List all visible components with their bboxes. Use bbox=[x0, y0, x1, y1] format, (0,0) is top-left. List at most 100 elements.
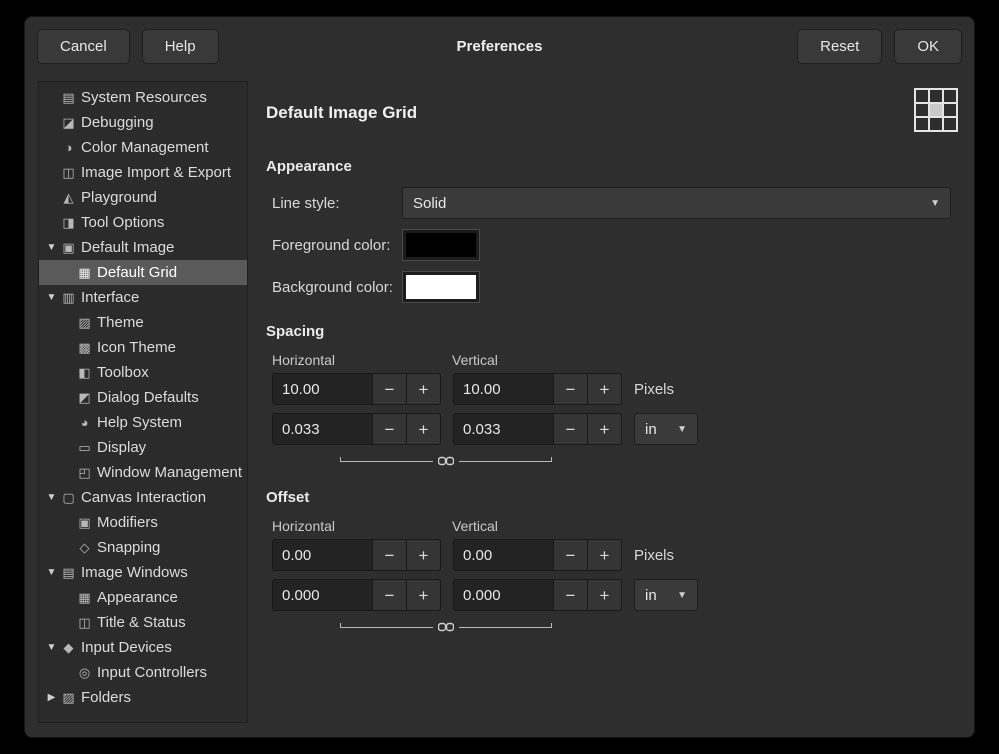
sidebar-item-modifiers[interactable]: ▣ Modifiers bbox=[39, 510, 247, 535]
expander-down-icon[interactable]: ▼ bbox=[44, 567, 59, 578]
reset-button[interactable]: Reset bbox=[797, 29, 882, 64]
increment-button[interactable]: + bbox=[407, 373, 441, 405]
sidebar-item-label: Default Grid bbox=[97, 264, 177, 281]
input-controllers-icon: ◎ bbox=[75, 665, 94, 681]
expander-down-icon[interactable]: ▼ bbox=[44, 242, 59, 253]
decrement-button[interactable]: − bbox=[373, 539, 407, 571]
offset-vertical-header: Vertical bbox=[452, 518, 620, 534]
sidebar-item-tool-options[interactable]: ◨ Tool Options bbox=[39, 210, 247, 235]
chain-link-icon[interactable] bbox=[438, 622, 454, 632]
increment-button[interactable]: + bbox=[407, 579, 441, 611]
sidebar-item-playground[interactable]: ◭ Playground bbox=[39, 185, 247, 210]
offset-column-headers: Horizontal Vertical bbox=[272, 518, 961, 534]
default-image-icon: ▣ bbox=[59, 240, 78, 256]
titlebar: Cancel Help Preferences Reset OK bbox=[25, 17, 974, 75]
expander-down-icon[interactable]: ▼ bbox=[44, 642, 59, 653]
increment-button[interactable]: + bbox=[588, 579, 622, 611]
increment-button[interactable]: + bbox=[588, 539, 622, 571]
image-windows-icon: ▤ bbox=[59, 565, 78, 581]
sidebar-item-input-controllers[interactable]: ◎ Input Controllers bbox=[39, 660, 247, 685]
decrement-button[interactable]: − bbox=[554, 373, 588, 405]
sidebar-item-system-resources[interactable]: ▤ System Resources bbox=[39, 85, 247, 110]
sidebar-item-window-management[interactable]: ◰ Window Management bbox=[39, 460, 247, 485]
sidebar-item-color-management[interactable]: ◑ Color Management bbox=[39, 135, 247, 160]
sidebar-item-label: Debugging bbox=[81, 114, 154, 131]
decrement-button[interactable]: − bbox=[554, 579, 588, 611]
sidebar-item-dialog-defaults[interactable]: ◩ Dialog Defaults bbox=[39, 385, 247, 410]
sidebar-item-image-import-export[interactable]: ◫ Image Import & Export bbox=[39, 160, 247, 185]
sidebar-item-folders[interactable]: ▶ ▨ Folders bbox=[39, 685, 247, 710]
sidebar-item-image-windows[interactable]: ▼ ▤ Image Windows bbox=[39, 560, 247, 585]
offset-unit-value: in bbox=[645, 587, 657, 604]
spacing-horizontal-inches-input[interactable] bbox=[272, 413, 373, 445]
theme-icon: ▨ bbox=[75, 315, 94, 331]
offset-horizontal-pixels-input[interactable] bbox=[272, 539, 373, 571]
color-management-icon: ◑ bbox=[59, 140, 78, 155]
sidebar-item-display[interactable]: ▭ Display bbox=[39, 435, 247, 460]
expander-right-icon[interactable]: ▶ bbox=[44, 692, 59, 703]
help-button[interactable]: Help bbox=[142, 29, 219, 64]
sidebar-item-title-status[interactable]: ◫ Title & Status bbox=[39, 610, 247, 635]
line-style-label: Line style: bbox=[272, 195, 402, 212]
sidebar-item-label: Interface bbox=[81, 289, 139, 306]
background-color-swatch[interactable] bbox=[402, 271, 480, 303]
sidebar-item-label: Theme bbox=[97, 314, 144, 331]
spacing-chain-widget bbox=[272, 453, 620, 469]
spacing-vertical-pixels-spinner: − + bbox=[453, 373, 622, 405]
offset-vertical-pixels-spinner: − + bbox=[453, 539, 622, 571]
increment-button[interactable]: + bbox=[407, 539, 441, 571]
sidebar-item-label: Input Devices bbox=[81, 639, 172, 656]
modifiers-icon: ▣ bbox=[75, 515, 94, 531]
sidebar-item-toolbox[interactable]: ◧ Toolbox bbox=[39, 360, 247, 385]
sidebar-item-default-image[interactable]: ▼ ▣ Default Image bbox=[39, 235, 247, 260]
sidebar-item-input-devices[interactable]: ▼ ◆ Input Devices bbox=[39, 635, 247, 660]
sidebar-item-canvas-interaction[interactable]: ▼ ▢ Canvas Interaction bbox=[39, 485, 247, 510]
foreground-color-swatch[interactable] bbox=[402, 229, 480, 261]
sidebar-item-default-grid[interactable]: ▦ Default Grid bbox=[39, 260, 247, 285]
spacing-vertical-pixels-input[interactable] bbox=[453, 373, 554, 405]
spacing-pixels-row: − + − + Pixels bbox=[272, 373, 961, 405]
chain-link-icon[interactable] bbox=[438, 456, 454, 466]
sidebar-item-interface[interactable]: ▼ ▥ Interface bbox=[39, 285, 247, 310]
sidebar-item-label: Image Import & Export bbox=[81, 164, 231, 181]
sidebar-item-label: Window Management bbox=[97, 464, 242, 481]
decrement-button[interactable]: − bbox=[373, 413, 407, 445]
offset-vertical-inches-input[interactable] bbox=[453, 579, 554, 611]
increment-button[interactable]: + bbox=[588, 373, 622, 405]
ok-button[interactable]: OK bbox=[894, 29, 962, 64]
spacing-vertical-inches-input[interactable] bbox=[453, 413, 554, 445]
offset-vertical-pixels-input[interactable] bbox=[453, 539, 554, 571]
decrement-button[interactable]: − bbox=[554, 539, 588, 571]
increment-button[interactable]: + bbox=[407, 413, 441, 445]
spacing-horizontal-pixels-spinner: − + bbox=[272, 373, 441, 405]
sidebar-item-theme[interactable]: ▨ Theme bbox=[39, 310, 247, 335]
tool-options-icon: ◨ bbox=[59, 215, 78, 231]
decrement-button[interactable]: − bbox=[373, 579, 407, 611]
sidebar-item-help-system[interactable]: ◕ Help System bbox=[39, 410, 247, 435]
offset-pixels-unit-label: Pixels bbox=[634, 547, 674, 564]
sidebar-item-debugging[interactable]: ◪ Debugging bbox=[39, 110, 247, 135]
sidebar-item-label: Icon Theme bbox=[97, 339, 176, 356]
expander-down-icon[interactable]: ▼ bbox=[44, 292, 59, 303]
background-color-label: Background color: bbox=[272, 279, 402, 296]
cancel-button[interactable]: Cancel bbox=[37, 29, 130, 64]
decrement-button[interactable]: − bbox=[554, 413, 588, 445]
spacing-section: Spacing Horizontal Vertical − + − + bbox=[266, 323, 961, 469]
sidebar-item-label: Display bbox=[97, 439, 146, 456]
sidebar-item-appearance[interactable]: ▦ Appearance bbox=[39, 585, 247, 610]
offset-unit-select[interactable]: in ▼ bbox=[634, 579, 698, 611]
sidebar-item-snapping[interactable]: ◇ Snapping bbox=[39, 535, 247, 560]
chevron-down-icon: ▼ bbox=[930, 198, 940, 209]
increment-button[interactable]: + bbox=[588, 413, 622, 445]
offset-chain-widget bbox=[272, 619, 620, 635]
sidebar-item-icon-theme[interactable]: ▩ Icon Theme bbox=[39, 335, 247, 360]
spacing-unit-select[interactable]: in ▼ bbox=[634, 413, 698, 445]
preferences-window: Cancel Help Preferences Reset OK ▤ Syste… bbox=[24, 16, 975, 738]
spacing-horizontal-pixels-input[interactable] bbox=[272, 373, 373, 405]
decrement-button[interactable]: − bbox=[373, 373, 407, 405]
chevron-down-icon: ▼ bbox=[677, 590, 687, 601]
expander-down-icon[interactable]: ▼ bbox=[44, 492, 59, 503]
line-style-select[interactable]: Solid ▼ bbox=[402, 187, 951, 219]
offset-horizontal-inches-input[interactable] bbox=[272, 579, 373, 611]
debugging-icon: ◪ bbox=[59, 115, 78, 131]
